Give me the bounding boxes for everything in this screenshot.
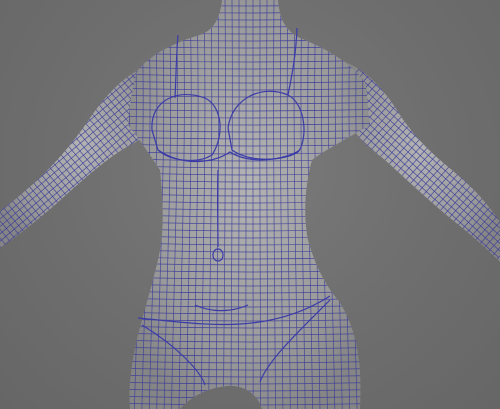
- mesh-edge: [128, 0, 137, 409]
- 3d-viewport[interactable]: [0, 0, 500, 409]
- mesh-edge: [376, 0, 386, 409]
- mesh-edge: [355, 0, 365, 409]
- mesh-edge: [128, 0, 130, 409]
- mesh-render[interactable]: [0, 0, 500, 409]
- mesh-edge: [362, 0, 370, 409]
- mesh-edge: [369, 0, 370, 409]
- torso-mesh: [112, 0, 386, 409]
- mesh-edge: [112, 0, 122, 409]
